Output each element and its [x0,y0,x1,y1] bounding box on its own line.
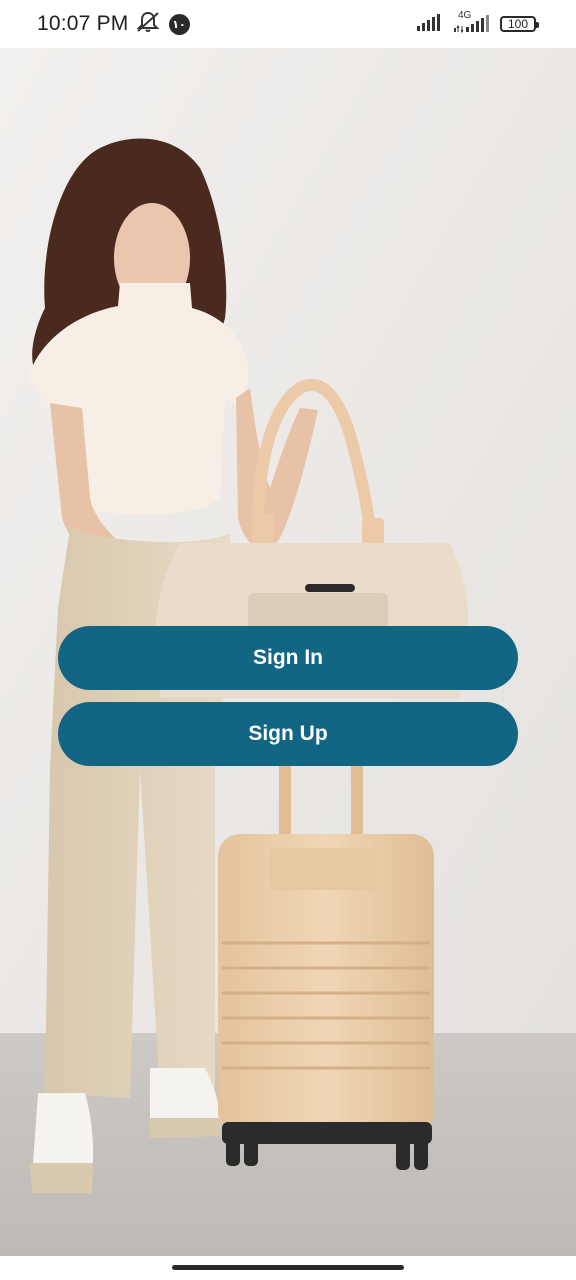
cell-signal-icon [416,12,444,37]
status-right-icons: 4G 100 [416,0,539,48]
notification-badge: ١٠ [168,13,190,35]
home-indicator[interactable] [172,1265,404,1270]
battery-icon: 100 [500,16,539,32]
status-time: 10:07 PM [37,12,129,35]
navigation-bar [0,1256,576,1280]
screen: 10:07 PM ١٠ 4G 100 Sign In Sign Up [0,0,576,1280]
status-bar: 10:07 PM ١٠ 4G 100 [0,0,576,48]
bag-zip-handle [305,584,355,592]
status-left-icons: ١٠ [135,10,190,39]
sign-up-button[interactable]: Sign Up [58,702,518,766]
right-shoe-sole [150,1118,220,1138]
cell-signal-4g-icon: 4G [452,10,492,36]
battery-level: 100 [507,17,529,31]
mute-icon [135,10,161,39]
sign-in-button[interactable]: Sign In [58,626,518,690]
left-shoe-sole [30,1163,93,1193]
suitcase-top-handle [270,848,376,890]
